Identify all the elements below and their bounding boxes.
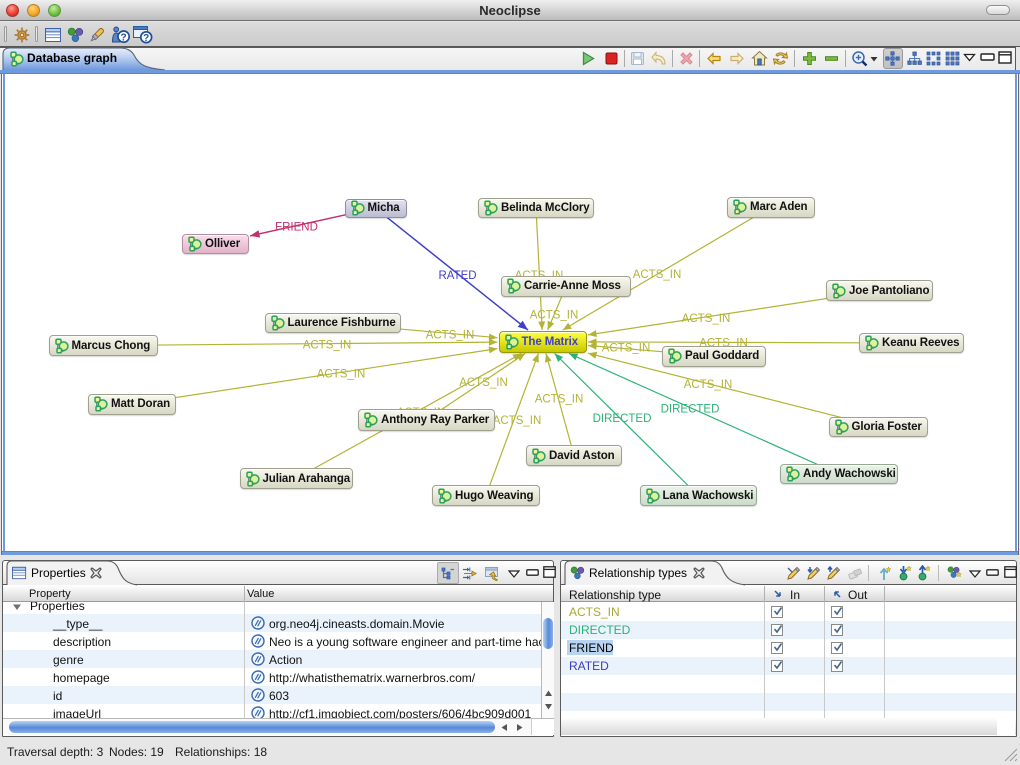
svg-text:?: ? [121, 32, 127, 43]
svg-text:ACTS_IN: ACTS_IN [684, 379, 733, 391]
svg-text:ACTS_IN: ACTS_IN [530, 310, 579, 322]
svg-text:DIRECTED: DIRECTED [661, 404, 720, 416]
svg-text:ACTS_IN: ACTS_IN [633, 269, 682, 281]
svg-text:RATED: RATED [438, 270, 476, 282]
svg-text:ACTS_IN: ACTS_IN [602, 343, 651, 355]
svg-text:ACTS_IN: ACTS_IN [459, 377, 508, 389]
svg-text:ACTS_IN: ACTS_IN [682, 313, 731, 325]
svg-text:ACTS_IN: ACTS_IN [317, 369, 366, 381]
svg-text:ACTS_IN: ACTS_IN [303, 340, 352, 352]
svg-text:ACTS_IN: ACTS_IN [493, 415, 542, 427]
svg-text:?: ? [143, 33, 149, 44]
svg-text:FRIEND: FRIEND [275, 222, 318, 234]
svg-text:ACTS_IN: ACTS_IN [535, 394, 584, 406]
svg-text:DIRECTED: DIRECTED [593, 413, 652, 425]
svg-text:ACTS_IN: ACTS_IN [426, 330, 475, 342]
